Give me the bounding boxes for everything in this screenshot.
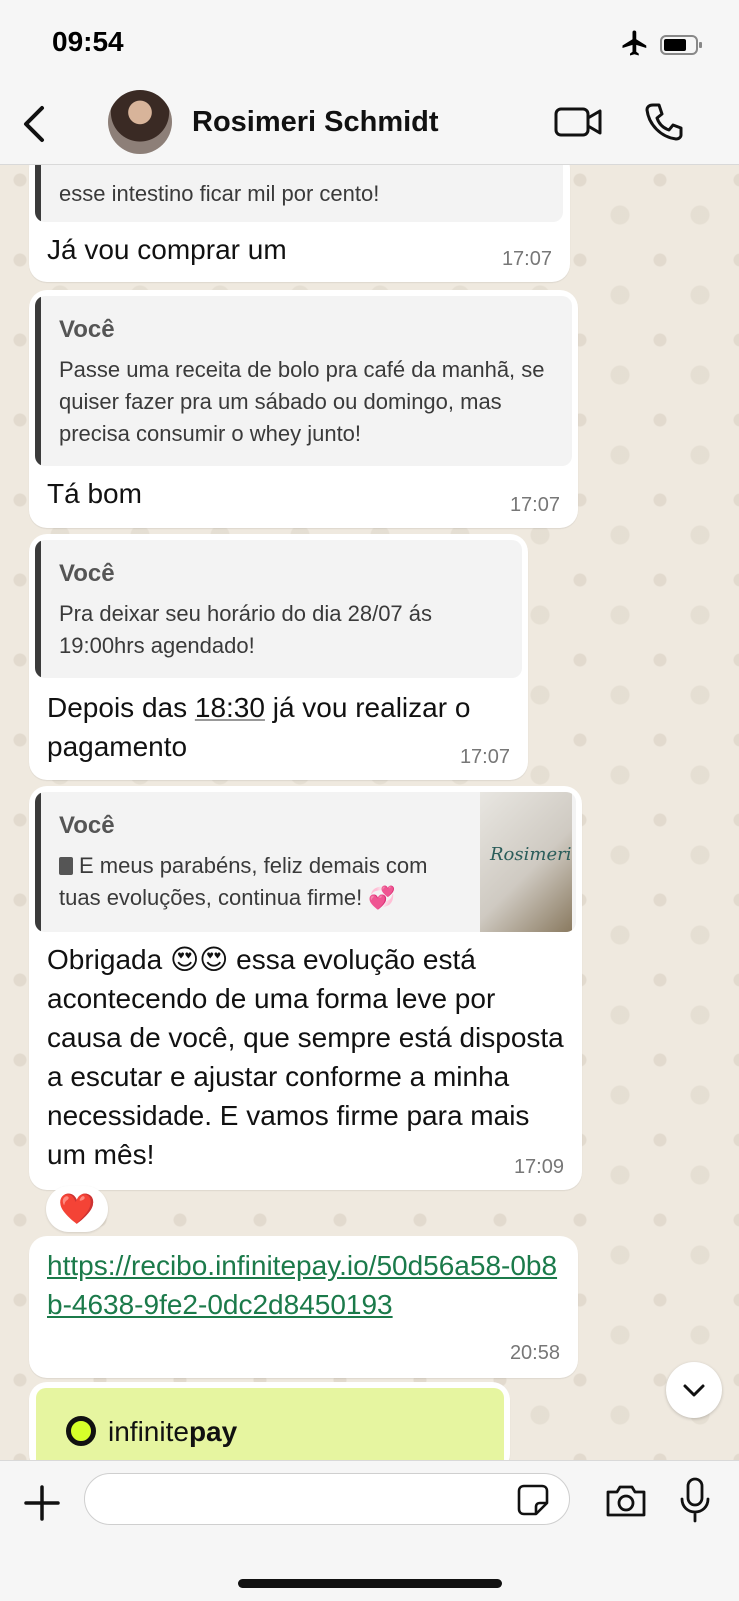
document-icon [59, 857, 73, 875]
message-bubble[interactable]: https://recibo.infinitepay.io/50d56a58-0… [29, 1236, 578, 1378]
plus-icon[interactable] [22, 1483, 62, 1523]
message-bubble[interactable]: Você E meus parabéns, feliz demais com t… [29, 786, 582, 1190]
microphone-icon[interactable] [678, 1477, 712, 1523]
quoted-message[interactable]: Você Pra deixar seu horário do dia 28/07… [35, 540, 522, 678]
scroll-to-bottom-button[interactable] [666, 1362, 722, 1418]
quoted-message[interactable]: esse intestino ficar mil por cento! [35, 156, 563, 222]
quoted-author: Você [59, 560, 115, 587]
quoted-author: Você [59, 316, 115, 343]
infinitepay-logo-icon [66, 1416, 96, 1446]
quoted-text: esse intestino ficar mil por cento! [59, 181, 380, 206]
phone-call-icon[interactable] [644, 102, 684, 142]
message-input[interactable] [84, 1473, 570, 1525]
infinitepay-card[interactable]: infinitepay [36, 1388, 504, 1460]
message-time: 17:07 [459, 746, 510, 768]
status-time: 09:54 [52, 26, 124, 57]
message-time: 17:07 [501, 248, 552, 270]
message-time: 20:58 [509, 1342, 560, 1364]
reaction-heart[interactable]: ❤️ [46, 1186, 108, 1232]
back-arrow-icon[interactable] [20, 104, 50, 144]
camera-icon[interactable] [604, 1483, 648, 1519]
message-text: Já vou comprar um [47, 234, 287, 265]
message-text: Tá bom [47, 478, 142, 509]
thumbnail-text: Rosimeri [490, 844, 572, 865]
message-bubble[interactable]: Você Passe uma receita de bolo pra café … [29, 290, 578, 528]
contact-avatar[interactable] [108, 90, 172, 154]
infinitepay-logo-text: infinitepay [108, 1416, 238, 1447]
quoted-text: E meus parabéns, feliz demais com tuas e… [59, 853, 428, 910]
message-time: 17:07 [509, 494, 560, 516]
message-time: 17:09 [513, 1156, 564, 1178]
message-text: Depois das 18:30 já vou realizar o pagam… [47, 692, 471, 762]
airplane-mode-icon [622, 30, 647, 56]
receipt-link[interactable]: https://recibo.infinitepay.io/50d56a58-0… [47, 1246, 560, 1324]
quoted-message[interactable]: Você E meus parabéns, feliz demais com t… [35, 792, 576, 932]
quoted-text: Passe uma receita de bolo pra café da ma… [59, 357, 545, 446]
message-composer [0, 1460, 739, 1601]
time-link[interactable]: 18:30 [195, 692, 265, 723]
message-bubble[interactable]: Você Pra deixar seu horário do dia 28/07… [29, 534, 528, 780]
chevron-down-icon [683, 1384, 705, 1397]
message-text: Obrigada 😍😍 essa evolução está acontecen… [47, 944, 564, 1170]
quoted-image-thumbnail[interactable]: Rosimeri [480, 792, 572, 932]
battery-icon [660, 35, 702, 55]
video-call-icon[interactable] [554, 106, 602, 138]
chat-header: 09:54 Rosimeri Schmidt [0, 0, 739, 165]
quoted-message[interactable]: Você Passe uma receita de bolo pra café … [35, 296, 572, 466]
home-indicator [238, 1579, 502, 1588]
sticker-icon[interactable] [516, 1483, 550, 1517]
message-bubble[interactable]: esse intestino ficar mil por cento! Já v… [29, 150, 570, 282]
quoted-text: Pra deixar seu horário do dia 28/07 ás 1… [59, 601, 433, 658]
quoted-author: Você [59, 812, 115, 839]
contact-name[interactable]: Rosimeri Schmidt [192, 106, 439, 139]
